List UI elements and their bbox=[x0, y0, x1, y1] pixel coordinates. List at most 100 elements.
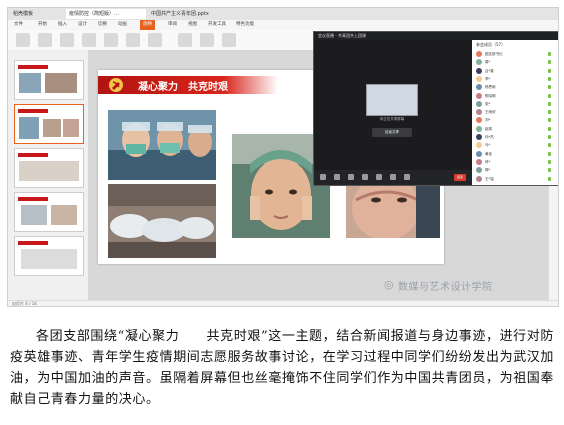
ribbon-button-icon[interactable] bbox=[38, 33, 52, 47]
settings-icon[interactable] bbox=[404, 174, 410, 180]
menu-file[interactable]: 文件 bbox=[14, 20, 23, 30]
microphone-icon[interactable] bbox=[320, 174, 326, 180]
slide-thumbnail[interactable] bbox=[14, 192, 84, 232]
participant-item[interactable]: 吕*豪 bbox=[476, 67, 556, 75]
participants-icon[interactable] bbox=[362, 174, 368, 180]
mic-status-icon bbox=[548, 151, 551, 156]
mic-status-icon bbox=[548, 126, 551, 131]
slide-thumbnail-selected[interactable] bbox=[14, 104, 84, 144]
slide-thumbnail[interactable] bbox=[14, 60, 84, 100]
avatar bbox=[476, 109, 482, 116]
participants-header: 参会成员（57） bbox=[476, 42, 506, 47]
end-meeting-button[interactable]: 结束 bbox=[454, 174, 466, 181]
avatar bbox=[476, 75, 482, 82]
menu-developer[interactable]: 开发工具 bbox=[208, 20, 226, 30]
ribbon-button-icon[interactable] bbox=[222, 33, 236, 47]
screenshot-frame: 稻壳模板 疫情防控（简短版）… 中国共产主义青年团.pptx 文件 开始 插入 … bbox=[7, 7, 559, 307]
watermark-text: 数媒与艺术设计学院 bbox=[398, 282, 493, 293]
share-screen-icon[interactable] bbox=[348, 174, 354, 180]
resting-workers-photo bbox=[108, 184, 216, 258]
ribbon-button-icon[interactable] bbox=[126, 33, 140, 47]
participant-item[interactable]: 黄佳 bbox=[476, 150, 556, 158]
participant-item[interactable]: 张* bbox=[476, 100, 556, 108]
participant-item[interactable]: 孙*杰 bbox=[476, 133, 556, 141]
tab-template[interactable]: 稻壳模板 bbox=[10, 9, 64, 19]
participant-name: 陈晓明 bbox=[485, 93, 496, 98]
medical-staff-photo bbox=[108, 110, 216, 180]
slide-thumbnail-panel bbox=[8, 50, 89, 300]
participant-name: 杨思雨 bbox=[485, 85, 496, 90]
participant-item[interactable]: 周* bbox=[476, 58, 556, 66]
participant-item[interactable]: 王*铭 bbox=[476, 175, 556, 183]
avatar bbox=[476, 92, 482, 99]
avatar bbox=[476, 100, 482, 107]
ribbon-button-icon[interactable] bbox=[178, 33, 192, 47]
avatar bbox=[476, 142, 482, 149]
menu-home[interactable]: 开始 bbox=[38, 20, 47, 30]
mic-status-icon bbox=[548, 93, 551, 98]
ribbon-button-icon[interactable] bbox=[16, 33, 30, 47]
mic-status-icon bbox=[548, 118, 551, 123]
ribbon-button-icon[interactable] bbox=[200, 33, 214, 47]
ribbon-button-icon[interactable] bbox=[148, 33, 162, 47]
slide-thumbnail[interactable] bbox=[14, 236, 84, 276]
mic-status-icon bbox=[548, 52, 551, 56]
slide-title: 凝心聚力 共克时艰 bbox=[138, 82, 228, 93]
tab-other-document[interactable]: 中国共产主义青年团.pptx bbox=[148, 9, 238, 19]
avatar bbox=[476, 117, 482, 124]
tab-current-document[interactable]: 疫情防控（简短版）… bbox=[66, 9, 146, 19]
mic-status-icon bbox=[548, 60, 551, 65]
slide-counter: 幻灯片 4 / 14 bbox=[12, 301, 37, 306]
meeting-video-area: 你正在共享屏幕 结束共享 bbox=[314, 40, 472, 170]
participant-name: 张* bbox=[485, 101, 491, 106]
menu-features[interactable]: 特色功能 bbox=[236, 20, 254, 30]
avatar bbox=[476, 167, 482, 174]
participant-item[interactable]: 陈晓明 bbox=[476, 92, 556, 100]
participant-item[interactable]: 赵丽 bbox=[476, 125, 556, 133]
participant-name: 王雨欣 bbox=[485, 110, 496, 115]
participant-item[interactable]: 团支部书记 bbox=[476, 50, 556, 58]
body-paragraph: 各团支部围绕“凝心聚力 共克时艰”这一主题，结合新闻报道与身边事迹，进行对防疫英… bbox=[10, 329, 555, 407]
participant-name: 马* bbox=[485, 143, 491, 148]
slide-thumbnail[interactable] bbox=[14, 148, 84, 188]
menu-animation[interactable]: 动画 bbox=[118, 20, 127, 30]
participant-item[interactable]: 李* bbox=[476, 75, 556, 83]
ribbon-button-icon[interactable] bbox=[60, 33, 74, 47]
avatar bbox=[476, 84, 482, 91]
mic-status-icon bbox=[548, 143, 551, 148]
ribbon-button-icon[interactable] bbox=[104, 33, 118, 47]
participant-item[interactable]: 马* bbox=[476, 141, 556, 149]
participant-item[interactable]: 刘* bbox=[476, 116, 556, 124]
participant-item[interactable]: 林* bbox=[476, 158, 556, 166]
menu-view[interactable]: 视图 bbox=[188, 20, 197, 30]
participant-item[interactable]: 王雨欣 bbox=[476, 108, 556, 116]
camera-icon[interactable] bbox=[334, 174, 340, 180]
shared-screen-preview bbox=[366, 84, 418, 116]
mic-status-icon bbox=[548, 168, 551, 173]
status-bar: 幻灯片 4 / 14 bbox=[8, 300, 558, 306]
menu-slideshow-active[interactable]: 放映 bbox=[140, 20, 155, 30]
participant-name: 林* bbox=[485, 159, 491, 164]
avatar bbox=[476, 158, 482, 165]
menu-transition[interactable]: 切换 bbox=[98, 20, 107, 30]
wechat-logo-icon: ◎ bbox=[384, 278, 394, 291]
participant-name: 郭* bbox=[485, 168, 491, 173]
ribbon-button-icon[interactable] bbox=[82, 33, 96, 47]
menu-review[interactable]: 审阅 bbox=[168, 20, 177, 30]
participant-name: 赵丽 bbox=[485, 126, 492, 131]
avatar bbox=[476, 150, 482, 157]
meeting-toolbar: 结束 bbox=[314, 170, 472, 185]
menu-insert[interactable]: 插入 bbox=[58, 20, 67, 30]
mic-status-icon bbox=[548, 68, 551, 73]
avatar bbox=[476, 175, 482, 182]
chat-icon[interactable] bbox=[376, 174, 382, 180]
mic-status-icon bbox=[548, 76, 551, 81]
stop-sharing-button[interactable]: 结束共享 bbox=[372, 128, 412, 137]
mic-status-icon bbox=[548, 110, 551, 115]
participant-item[interactable]: 杨思雨 bbox=[476, 83, 556, 91]
record-icon[interactable] bbox=[390, 174, 396, 180]
menu-design[interactable]: 设计 bbox=[78, 20, 87, 30]
avatar bbox=[476, 59, 482, 66]
participant-item[interactable]: 郭* bbox=[476, 166, 556, 174]
meeting-window[interactable]: 会议直播 - 共青团共上团课 你正在共享屏幕 结束共享 结束 参会成员（57） … bbox=[313, 31, 558, 186]
